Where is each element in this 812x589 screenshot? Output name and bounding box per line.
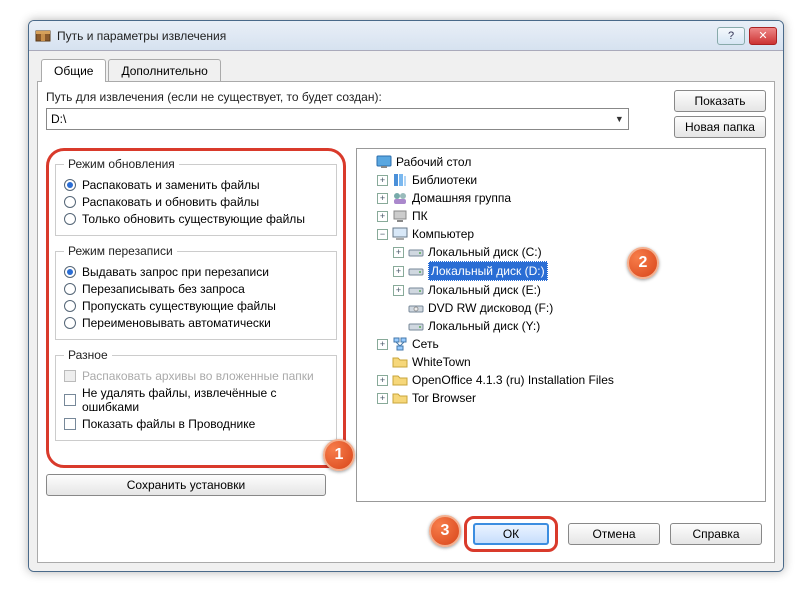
dvd-icon	[408, 300, 424, 316]
radio-ask-overwrite[interactable]: Выдавать запрос при перезаписи	[64, 265, 328, 279]
libraries-icon	[392, 172, 408, 188]
annotation-badge-3: 3	[429, 515, 461, 547]
tree-libraries[interactable]: +Библиотеки	[361, 171, 761, 189]
path-value: D:\	[51, 112, 66, 126]
folder-tree[interactable]: Рабочий стол +Библиотеки +Домашняя групп…	[356, 148, 766, 502]
tab-panel-general: Путь для извлечения (если не существует,…	[37, 81, 775, 563]
tree-tor[interactable]: +Tor Browser	[361, 389, 761, 407]
new-folder-button[interactable]: Новая папка	[674, 116, 766, 138]
window-title: Путь и параметры извлечения	[57, 29, 717, 43]
drive-icon	[408, 244, 424, 260]
group-misc: Разное Распаковать архивы во вложенные п…	[55, 348, 337, 441]
checkbox-icon	[64, 394, 76, 406]
chk-extract-nested: Распаковать архивы во вложенные папки	[64, 369, 328, 383]
tree-disk-y[interactable]: Локальный диск (Y:)	[361, 317, 761, 335]
path-input[interactable]: D:\ ▼	[46, 108, 629, 130]
group-update-mode: Режим обновления Распаковать и заменить …	[55, 157, 337, 236]
computer-icon	[392, 226, 408, 242]
pc-icon	[392, 208, 408, 224]
tree-pc[interactable]: +ПК	[361, 207, 761, 225]
chk-keep-broken[interactable]: Не удалять файлы, извлечённые с ошибками	[64, 386, 328, 414]
dialog-buttons: 3 ОК Отмена Справка	[46, 508, 766, 554]
client-area: Общие Дополнительно Путь для извлечения …	[29, 51, 783, 571]
legend-overwrite-mode: Режим перезаписи	[64, 244, 177, 258]
ok-button[interactable]: ОК	[473, 523, 549, 545]
radio-icon	[64, 213, 76, 225]
save-settings-button[interactable]: Сохранить установки	[46, 474, 326, 496]
close-button[interactable]: ✕	[749, 27, 777, 45]
dropdown-icon[interactable]: ▼	[615, 114, 624, 124]
chk-show-explorer[interactable]: Показать файлы в Проводнике	[64, 417, 328, 431]
tab-general[interactable]: Общие	[41, 59, 106, 82]
drive-icon	[408, 263, 424, 279]
homegroup-icon	[392, 190, 408, 206]
radio-icon	[64, 317, 76, 329]
extraction-dialog: Путь и параметры извлечения ? ✕ Общие До…	[28, 20, 784, 572]
tree-network[interactable]: +Сеть	[361, 335, 761, 353]
show-button[interactable]: Показать	[674, 90, 766, 112]
tree-openoffice[interactable]: +OpenOffice 4.1.3 (ru) Installation File…	[361, 371, 761, 389]
help-button-bottom[interactable]: Справка	[670, 523, 762, 545]
tree-desktop[interactable]: Рабочий стол	[361, 153, 761, 171]
radio-extract-update[interactable]: Распаковать и обновить файлы	[64, 195, 328, 209]
legend-misc: Разное	[64, 348, 112, 362]
drive-icon	[408, 282, 424, 298]
folder-icon	[392, 372, 408, 388]
titlebar[interactable]: Путь и параметры извлечения ? ✕	[29, 21, 783, 51]
tab-strip: Общие Дополнительно	[37, 59, 775, 82]
app-icon	[35, 28, 51, 44]
tree-disk-d[interactable]: +Локальный диск (D:)	[361, 261, 761, 281]
annotation-badge-1: 1	[323, 439, 355, 471]
tab-advanced[interactable]: Дополнительно	[108, 59, 220, 82]
radio-icon	[64, 196, 76, 208]
annotation-badge-2: 2	[627, 247, 659, 279]
tree-whitetown[interactable]: WhiteTown	[361, 353, 761, 371]
legend-update-mode: Режим обновления	[64, 157, 179, 171]
drive-icon	[408, 318, 424, 334]
tree-homegroup[interactable]: +Домашняя группа	[361, 189, 761, 207]
radio-icon	[64, 300, 76, 312]
cancel-button[interactable]: Отмена	[568, 523, 660, 545]
ok-highlight-box: 3 ОК	[464, 516, 558, 552]
checkbox-icon	[64, 370, 76, 382]
checkbox-icon	[64, 418, 76, 430]
radio-icon	[64, 266, 76, 278]
radio-skip-existing[interactable]: Пропускать существующие файлы	[64, 299, 328, 313]
options-column: Режим обновления Распаковать и заменить …	[46, 148, 346, 508]
radio-rename-auto[interactable]: Переименовывать автоматически	[64, 316, 328, 330]
radio-extract-replace[interactable]: Распаковать и заменить файлы	[64, 178, 328, 192]
network-icon	[392, 336, 408, 352]
group-overwrite-mode: Режим перезаписи Выдавать запрос при пер…	[55, 244, 337, 340]
folder-icon	[392, 354, 408, 370]
tree-disk-c[interactable]: +Локальный диск (C:)	[361, 243, 761, 261]
radio-icon	[64, 283, 76, 295]
radio-overwrite-noask[interactable]: Перезаписывать без запроса	[64, 282, 328, 296]
desktop-icon	[376, 154, 392, 170]
tree-selected-label: Локальный диск (D:)	[428, 261, 548, 281]
tree-dvd[interactable]: DVD RW дисковод (F:)	[361, 299, 761, 317]
radio-update-only[interactable]: Только обновить существующие файлы	[64, 212, 328, 226]
tree-disk-e[interactable]: +Локальный диск (E:)	[361, 281, 761, 299]
tree-computer[interactable]: −Компьютер	[361, 225, 761, 243]
help-button[interactable]: ?	[717, 27, 745, 45]
radio-icon	[64, 179, 76, 191]
options-highlight-box: Режим обновления Распаковать и заменить …	[46, 148, 346, 468]
folder-icon	[392, 390, 408, 406]
path-label: Путь для извлечения (если не существует,…	[46, 90, 666, 104]
